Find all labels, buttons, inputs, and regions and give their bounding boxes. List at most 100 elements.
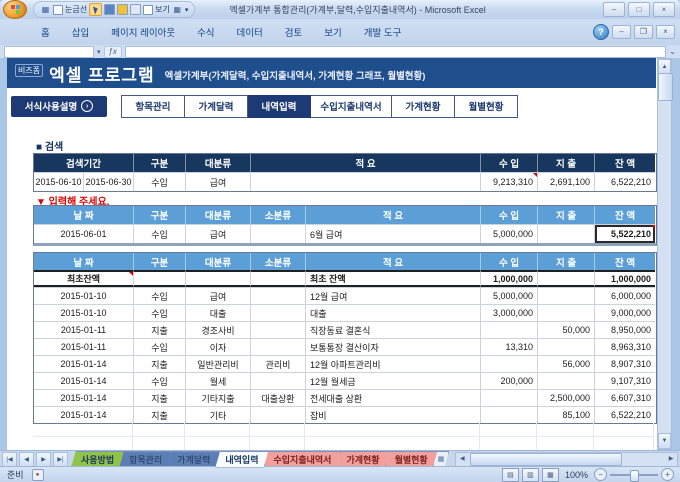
- ledger-cell[interactable]: [134, 270, 186, 287]
- ledger-cell[interactable]: [251, 338, 306, 355]
- empty-cell[interactable]: [250, 423, 305, 437]
- ledger-cell[interactable]: 13,310: [481, 338, 538, 355]
- ribbon-tab-3[interactable]: 수식: [186, 22, 225, 42]
- search-to-cell[interactable]: 2015-06-30: [84, 172, 134, 191]
- next-sheet-icon[interactable]: ▶: [36, 451, 51, 467]
- entry-balance-cell[interactable]: 5,522,210: [595, 224, 655, 243]
- ledger-cell[interactable]: 2015-01-14: [34, 355, 134, 372]
- nav-menu-button-2[interactable]: 내역입력: [248, 94, 311, 118]
- ledger-cell[interactable]: 8,907,310: [595, 355, 655, 372]
- ledger-cell[interactable]: 지출: [134, 389, 186, 406]
- ribbon-tab-5[interactable]: 검토: [274, 22, 313, 42]
- empty-cell[interactable]: [480, 437, 537, 451]
- ledger-cell[interactable]: 대출상환: [251, 389, 306, 406]
- cursor-icon[interactable]: [89, 3, 103, 16]
- ledger-cell[interactable]: 2,500,000: [538, 389, 595, 406]
- ledger-cell[interactable]: 월세: [186, 372, 251, 389]
- office-button-icon[interactable]: [3, 0, 27, 19]
- entry-desc-cell[interactable]: 6월 급여: [306, 224, 481, 243]
- ledger-cell[interactable]: 잡비: [306, 406, 481, 423]
- scroll-down-icon[interactable]: ▼: [658, 433, 671, 449]
- empty-cell[interactable]: [250, 437, 305, 451]
- ribbon-tab-7[interactable]: 개발 도구: [353, 22, 413, 42]
- fx-icon[interactable]: ƒx: [103, 45, 122, 58]
- ledger-cell[interactable]: 9,000,000: [595, 304, 655, 321]
- sheet-tab-4[interactable]: 수입지출내역서: [264, 451, 342, 468]
- search-category-cell[interactable]: 급여: [186, 172, 251, 191]
- ledger-cell[interactable]: [251, 270, 306, 287]
- ledger-cell[interactable]: [538, 270, 595, 287]
- empty-cell[interactable]: [594, 437, 654, 451]
- ledger-cell[interactable]: 12월 급여: [306, 287, 481, 304]
- ledger-cell[interactable]: [481, 355, 538, 372]
- ledger-cell[interactable]: [538, 304, 595, 321]
- ledger-cell[interactable]: 200,000: [481, 372, 538, 389]
- ledger-cell[interactable]: 직장동료 결혼식: [306, 321, 481, 338]
- last-sheet-icon[interactable]: ▶|: [53, 451, 68, 467]
- empty-cell[interactable]: [185, 437, 250, 451]
- ribbon-tab-0[interactable]: 홈: [30, 22, 61, 42]
- ledger-cell[interactable]: 50,000: [538, 321, 595, 338]
- sheet-tab-2[interactable]: 가계달력: [167, 451, 220, 468]
- sheet-tab-5[interactable]: 가계현황: [336, 451, 389, 468]
- guide-button[interactable]: 서식사용설명 ›: [11, 95, 107, 117]
- nav-menu-button-3[interactable]: 수입지출내역서: [311, 94, 392, 118]
- ledger-cell[interactable]: 수입: [134, 304, 186, 321]
- ledger-cell[interactable]: 관리비: [251, 355, 306, 372]
- grid-icon[interactable]: ▦: [40, 4, 51, 15]
- empty-cell[interactable]: [305, 423, 480, 437]
- formula-bar-expand-icon[interactable]: ⌄: [669, 47, 676, 56]
- help-icon[interactable]: ?: [593, 24, 609, 40]
- formula-input[interactable]: [124, 45, 667, 58]
- ledger-cell[interactable]: 지출: [134, 321, 186, 338]
- ledger-cell[interactable]: 8,963,310: [595, 338, 655, 355]
- entry-subcategory-cell[interactable]: [251, 224, 306, 243]
- view-page-layout-icon[interactable]: ▥: [521, 467, 539, 482]
- vertical-scroll-thumb[interactable]: [658, 73, 673, 101]
- ledger-cell[interactable]: 대출: [306, 304, 481, 321]
- ledger-cell[interactable]: [538, 372, 595, 389]
- sheet-tab-6[interactable]: 월별현황: [385, 451, 438, 468]
- view-normal-icon[interactable]: ▤: [501, 467, 519, 482]
- name-box-dropdown-icon[interactable]: ▾: [97, 48, 101, 56]
- ledger-cell[interactable]: 최초 잔액: [306, 270, 481, 287]
- ledger-cell[interactable]: [251, 372, 306, 389]
- zoom-level-label[interactable]: 100%: [565, 470, 588, 480]
- gridlines-checkbox[interactable]: [53, 4, 63, 15]
- ledger-cell[interactable]: 보통통장 결산이자: [306, 338, 481, 355]
- ledger-cell[interactable]: 12월 월세금: [306, 372, 481, 389]
- empty-cell[interactable]: [33, 437, 133, 451]
- ribbon-tab-6[interactable]: 보기: [313, 22, 352, 42]
- ledger-cell[interactable]: 2015-01-10: [34, 287, 134, 304]
- ledger-cell[interactable]: 6,000,000: [595, 287, 655, 304]
- ledger-cell[interactable]: 85,100: [538, 406, 595, 423]
- ledger-cell[interactable]: 8,950,000: [595, 321, 655, 338]
- ledger-cell[interactable]: 최초잔액: [34, 270, 134, 287]
- ledger-cell[interactable]: 5,000,000: [481, 287, 538, 304]
- name-box[interactable]: [4, 45, 94, 58]
- ledger-cell[interactable]: 기타지출: [186, 389, 251, 406]
- ledger-cell[interactable]: 이자: [186, 338, 251, 355]
- zoom-slider-knob[interactable]: [630, 469, 639, 482]
- ledger-cell[interactable]: 1,000,000: [595, 270, 655, 287]
- sheet-tab-1[interactable]: 항목관리: [119, 451, 172, 468]
- ledger-cell[interactable]: 수입: [134, 287, 186, 304]
- ledger-cell[interactable]: 일반관리비: [186, 355, 251, 372]
- workbook-close-button[interactable]: ×: [656, 25, 675, 39]
- ledger-cell[interactable]: 전세대출 상환: [306, 389, 481, 406]
- ledger-cell[interactable]: 9,107,310: [595, 372, 655, 389]
- ledger-cell[interactable]: 1,000,000: [481, 270, 538, 287]
- horizontal-scroll-thumb[interactable]: [470, 452, 623, 466]
- empty-cell[interactable]: [594, 423, 654, 437]
- nav-menu-button-0[interactable]: 항목관리: [121, 94, 185, 118]
- ribbon-tab-1[interactable]: 삽입: [61, 22, 100, 42]
- search-expense-cell[interactable]: 2,691,100: [538, 172, 595, 191]
- close-button[interactable]: ×: [653, 2, 675, 17]
- vertical-scrollbar[interactable]: ▲ ▼: [657, 58, 673, 450]
- ledger-cell[interactable]: 2015-01-10: [34, 304, 134, 321]
- nav-menu-button-5[interactable]: 월별현황: [455, 94, 518, 118]
- ledger-cell[interactable]: 기타: [186, 406, 251, 423]
- hscroll-right-icon[interactable]: ▶: [665, 453, 677, 464]
- empty-cell[interactable]: [133, 423, 185, 437]
- empty-cell[interactable]: [133, 437, 185, 451]
